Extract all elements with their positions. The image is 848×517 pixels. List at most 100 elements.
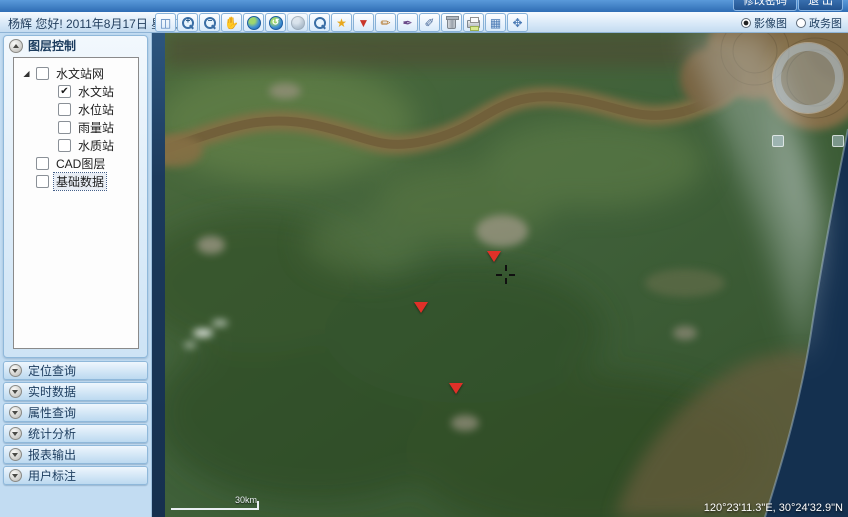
chevron-down-icon (9, 469, 22, 482)
sidebar-toggle-button[interactable]: ◫ (155, 13, 176, 32)
radio-icon (741, 18, 751, 28)
panel-statistics[interactable]: 统计分析 (3, 424, 148, 443)
chevron-down-icon (9, 427, 22, 440)
checkbox-hydro-network[interactable] (36, 67, 49, 80)
station-marker-3[interactable] (449, 383, 463, 394)
radio-label: 政务图 (809, 15, 842, 31)
previous-view-icon (269, 16, 283, 30)
zoom-out-button[interactable] (199, 13, 220, 32)
tree-item-water-quality-station[interactable]: 水质站 (14, 136, 138, 154)
tree-label: CAD图层 (54, 155, 107, 172)
panel-realtime-data[interactable]: 实时数据 (3, 382, 148, 401)
recenter-icon: ✥ (512, 17, 522, 29)
panel-location-query[interactable]: 定位查询 (3, 361, 148, 380)
full-extent-icon (247, 16, 261, 30)
edit-annotation-button[interactable]: ✏ (375, 13, 396, 32)
sidebar-toggle-icon: ◫ (160, 17, 171, 29)
logout-button[interactable]: 退 出 (798, 0, 843, 11)
panel-attribute-query[interactable]: 属性查询 (3, 403, 148, 422)
expander-icon[interactable]: ◢ (22, 69, 31, 78)
tree-item-cad-layer[interactable]: CAD图层 (14, 154, 138, 172)
tree-item-basic-data[interactable]: 基础数据 (14, 172, 138, 190)
map-view[interactable]: 30km 120°23'11.3"E, 30°24'32.9"N (165, 33, 848, 517)
tree-label: 基础数据 (54, 173, 106, 190)
add-marker-icon: ★ (336, 17, 347, 29)
map-type-imagery[interactable]: 影像图 (741, 15, 787, 31)
scale-label: 30km (235, 495, 257, 505)
pan-button[interactable]: ✋ (221, 13, 242, 32)
checkbox-hydro-station[interactable]: ✔ (58, 85, 71, 98)
color-picker-button[interactable]: ✐ (419, 13, 440, 32)
chevron-up-icon (13, 44, 19, 48)
identify-button[interactable] (309, 13, 330, 32)
chevron-down-icon (9, 448, 22, 461)
overview-window-button[interactable]: ▦ (485, 13, 506, 32)
print-icon (467, 20, 480, 28)
checkbox-cad-layer[interactable] (36, 157, 49, 170)
checkbox-water-level-station[interactable] (58, 103, 71, 116)
tree-item-water-level-station[interactable]: 水位站 (14, 100, 138, 118)
add-marker-button[interactable]: ★ (331, 13, 352, 32)
map-type-switch: 影像图 政务图 (741, 15, 842, 31)
zoom-out-icon (203, 16, 216, 29)
tree-label: 水文站网 (54, 65, 106, 82)
tree-item-hydro-station[interactable]: ✔水文站 (14, 82, 138, 100)
previous-view-button[interactable] (265, 13, 286, 32)
panel-label: 属性查询 (28, 404, 76, 421)
checkbox-rain-station[interactable] (58, 121, 71, 134)
chevron-down-icon (9, 406, 22, 419)
crosshair-cursor (496, 265, 515, 284)
radio-label: 影像图 (754, 15, 787, 31)
delete-button[interactable] (441, 13, 462, 32)
collapse-panel-button[interactable] (9, 39, 23, 53)
panel-label: 用户标注 (28, 467, 76, 484)
panel-label: 实时数据 (28, 383, 76, 400)
scale-bar: 30km (171, 496, 259, 510)
pan-icon: ✋ (224, 17, 239, 29)
layer-control-panel: 图层控制 ◢ 水文站网✔水文站水位站雨量站水质站CAD图层基础数据 (3, 35, 148, 358)
recenter-button[interactable]: ✥ (507, 13, 528, 32)
delete-icon (447, 18, 456, 29)
tree-label: 雨量站 (76, 119, 116, 136)
next-view-icon (291, 16, 305, 30)
checkbox-water-quality-station[interactable] (58, 139, 71, 152)
checkbox-basic-data[interactable] (36, 175, 49, 188)
panel-label: 报表输出 (28, 446, 76, 463)
magnifier-handle (211, 25, 216, 30)
zoom-in-button[interactable] (177, 13, 198, 32)
tree-item-hydro-network[interactable]: ◢ 水文站网 (14, 64, 138, 82)
remove-marker-icon: ▼ (358, 17, 370, 29)
cursor-coordinates: 120°23'11.3"E, 30°24'32.9"N (704, 502, 843, 514)
change-password-button[interactable]: 修改密码 (733, 0, 797, 11)
sidebar: 图层控制 ◢ 水文站网✔水文站水位站雨量站水质站CAD图层基础数据 定位查询实时数… (0, 33, 152, 517)
chevron-down-icon (9, 385, 22, 398)
nav-button-left[interactable] (772, 135, 784, 147)
toolbar: ◫ ✋ ★ ▼ ✏✒✐ ▦ ✥ (155, 12, 528, 33)
map-type-admin[interactable]: 政务图 (796, 15, 842, 31)
print-button[interactable] (463, 13, 484, 32)
panel-report-output[interactable]: 报表输出 (3, 445, 148, 464)
full-extent-button[interactable] (243, 13, 264, 32)
tree-item-rain-station[interactable]: 雨量站 (14, 118, 138, 136)
magnifier-handle (321, 25, 326, 30)
title-bar: 修改密码 退 出 (0, 0, 848, 12)
draw-annotation-button[interactable]: ✒ (397, 13, 418, 32)
map-navigation-control[interactable] (770, 43, 846, 149)
tree-label: 水质站 (76, 137, 116, 154)
zoom-in-icon (181, 16, 194, 29)
station-marker-1[interactable] (487, 251, 501, 262)
accordion: 定位查询实时数据属性查询统计分析报表输出用户标注 (3, 361, 148, 485)
layer-tree: ◢ 水文站网✔水文站水位站雨量站水质站CAD图层基础数据 (13, 57, 139, 349)
identify-icon (313, 16, 326, 29)
panel-user-annotation[interactable]: 用户标注 (3, 466, 148, 485)
sidebar-splitter[interactable] (152, 33, 165, 517)
radio-icon (796, 18, 806, 28)
layer-panel-header[interactable]: 图层控制 (4, 36, 147, 55)
nav-button-right[interactable] (832, 135, 844, 147)
station-marker-2[interactable] (414, 302, 428, 313)
remove-marker-button[interactable]: ▼ (353, 13, 374, 32)
compass-ring[interactable] (773, 43, 843, 113)
next-view-button[interactable] (287, 13, 308, 32)
magnifier-handle (189, 25, 194, 30)
chevron-down-icon (9, 364, 22, 377)
